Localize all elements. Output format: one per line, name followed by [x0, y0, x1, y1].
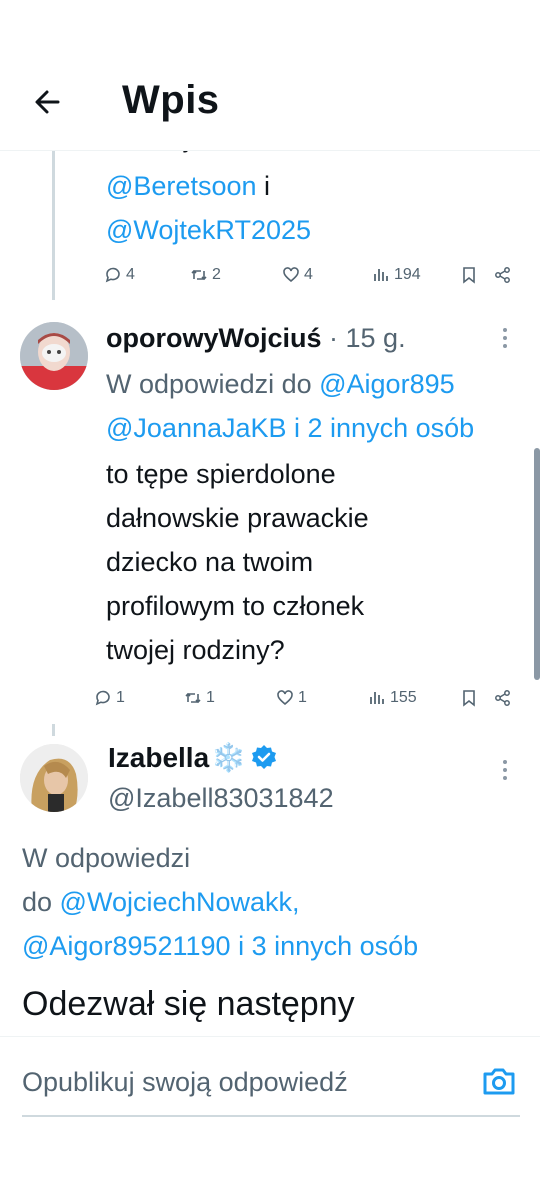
- mention-link[interactable]: @Aigor89521190 i 3 innych osób: [22, 924, 418, 968]
- mention-link[interactable]: @Aigor895: [319, 369, 455, 399]
- retweet-button[interactable]: 2: [190, 260, 221, 290]
- reply-icon: [105, 267, 120, 283]
- share-button[interactable]: [494, 683, 512, 713]
- bookmark-button[interactable]: [460, 260, 478, 290]
- retweet-icon: [191, 269, 207, 281]
- reply-prefix: W odpowiedzi: [22, 843, 191, 873]
- tweet-text-line: dałnowskie prawackie: [106, 503, 369, 533]
- top-app-bar: Wpis: [0, 60, 540, 151]
- tweet-header: Izabella ❄️: [108, 740, 278, 776]
- heart-icon: [277, 690, 293, 706]
- avatar[interactable]: [20, 322, 88, 390]
- like-count: 4: [304, 266, 313, 283]
- arrow-left-icon: [35, 90, 60, 114]
- snowflake-emoji: ❄️: [211, 742, 247, 773]
- tweet-text-line: to tępe spierdolone: [106, 459, 336, 489]
- page-title: Wpis: [122, 78, 220, 122]
- tweet-text: Odezwał się następny: [22, 985, 355, 1023]
- reply-context: W odpowiedzi do @WojciechNowakk, @Aigor8…: [22, 836, 418, 968]
- avatar-face-image: [20, 322, 88, 390]
- reply-count: 4: [126, 266, 135, 283]
- share-button[interactable]: [494, 260, 512, 290]
- prev-tweet-mentions: @Beretsoon i @WojtekRT2025: [106, 164, 311, 252]
- tweet-header: oporowyWojciuś · 15 g.: [106, 320, 406, 356]
- author-name[interactable]: Izabella: [108, 740, 209, 776]
- reply-button[interactable]: 4: [104, 260, 135, 290]
- retweet-button[interactable]: 1: [184, 683, 215, 713]
- verified-badge-icon: [252, 745, 277, 769]
- view-count: 194: [394, 266, 421, 283]
- camera-button[interactable]: [480, 1063, 518, 1101]
- prev-tweet-actions: 4 2 4 194: [0, 260, 540, 290]
- camera-icon: [483, 1068, 515, 1095]
- separator: ·: [321, 323, 346, 353]
- joiner-text: i: [256, 171, 270, 201]
- tweet-text-line: twojej rodziny?: [106, 635, 285, 665]
- like-button[interactable]: 4: [282, 260, 313, 290]
- tweet-text: to tępe spierdolone dałnowskie prawackie…: [106, 452, 369, 672]
- more-options-button[interactable]: [500, 756, 510, 786]
- bookmark-icon: [463, 267, 475, 284]
- views-icon: [370, 692, 384, 704]
- retweet-count: 2: [212, 266, 221, 283]
- share-icon: [495, 267, 510, 283]
- reply-count: 1: [116, 689, 125, 706]
- back-button[interactable]: [28, 82, 68, 122]
- reply-input[interactable]: Opublikuj swoją odpowiedź: [22, 1067, 348, 1098]
- author-handle[interactable]: @Izabell83031842: [108, 780, 334, 816]
- author-name[interactable]: oporowyWojciuś: [106, 323, 322, 353]
- reply-icon: [95, 690, 110, 706]
- retweet-count: 1: [206, 689, 215, 706]
- more-options-button[interactable]: [500, 324, 510, 354]
- like-button[interactable]: 1: [276, 683, 307, 713]
- timestamp[interactable]: 15 g.: [346, 323, 406, 353]
- heart-icon: [283, 267, 299, 283]
- bookmark-icon: [463, 690, 475, 707]
- reply-do-text: do: [22, 887, 60, 917]
- mention-link[interactable]: @WojciechNowakk,: [60, 887, 300, 917]
- views-icon: [374, 269, 388, 281]
- bookmark-button[interactable]: [460, 683, 478, 713]
- mention-link[interactable]: @JoannaJaKB i 2 innych osób: [106, 413, 474, 443]
- reply-prefix: W odpowiedzi do: [106, 369, 320, 399]
- reply-button[interactable]: 1: [94, 683, 125, 713]
- mention-link[interactable]: @WojtekRT2025: [106, 215, 311, 245]
- share-icon: [495, 690, 510, 706]
- avatar-woman-image: [20, 744, 88, 812]
- tweet-actions: 1 1 1 155: [0, 683, 540, 713]
- avatar[interactable]: [20, 744, 88, 812]
- reply-composer: Opublikuj swoją odpowiedź: [0, 1036, 540, 1127]
- thread-line: [52, 724, 55, 736]
- retweet-icon: [185, 692, 201, 704]
- views-button[interactable]: 194: [372, 260, 421, 290]
- view-count: 155: [390, 689, 417, 706]
- tweet-text-line: profilowym to członek: [106, 591, 365, 621]
- tweet-text-line: dziecko na twoim: [106, 547, 314, 577]
- scrollbar[interactable]: [534, 448, 540, 680]
- views-button[interactable]: 155: [368, 683, 417, 713]
- reply-input-underline: [22, 1115, 520, 1117]
- like-count: 1: [298, 689, 307, 706]
- mention-link[interactable]: @Beretsoon: [106, 171, 257, 201]
- reply-context: W odpowiedzi do @Aigor895 @JoannaJaKB i …: [106, 362, 540, 450]
